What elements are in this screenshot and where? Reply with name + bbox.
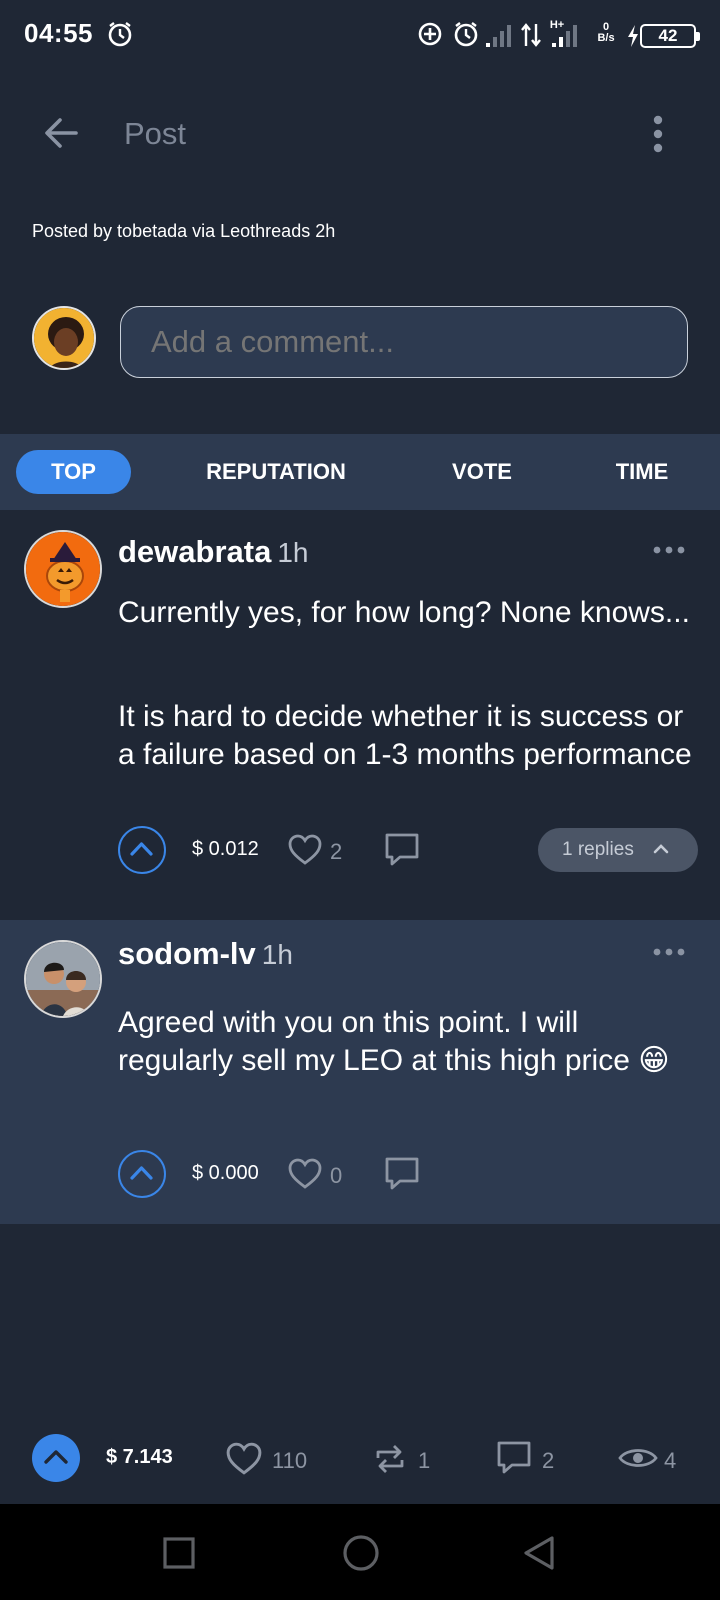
tab-vote[interactable]: VOTE [430, 450, 534, 494]
post-payout: $ 7.143 [106, 1446, 173, 1468]
reply-icon[interactable] [384, 1156, 420, 1192]
post-comment-count: 2 [542, 1448, 555, 1473]
comment-author[interactable]: dewabrata 1h [118, 534, 309, 570]
data-saver-icon [418, 22, 442, 46]
heart-icon[interactable] [288, 834, 322, 866]
post-view-count: 4 [664, 1448, 677, 1473]
add-comment-input[interactable] [120, 306, 688, 378]
comment-age: 1h [277, 537, 309, 568]
chevron-up-icon [653, 844, 669, 854]
more-options-icon[interactable] [640, 114, 676, 154]
net-speed: 0 B/s [592, 22, 620, 44]
comment-paragraph: It is hard to decide whether it is succe… [118, 700, 692, 771]
replies-toggle[interactable]: 1 replies [538, 828, 698, 872]
charging-bolt-icon [628, 25, 638, 47]
home-circle-icon[interactable] [342, 1534, 380, 1572]
comment-icon[interactable] [496, 1440, 532, 1476]
reply-icon[interactable] [384, 832, 420, 868]
net-speed-unit: B/s [597, 32, 615, 44]
comment-avatar[interactable] [24, 530, 102, 608]
alarm-icon [108, 22, 132, 47]
sort-tabs: TOP REPUTATION VOTE TIME [0, 434, 720, 510]
back-triangle-icon[interactable] [522, 1534, 556, 1572]
signal-weak-icon [486, 25, 511, 47]
user-avatar[interactable] [32, 306, 96, 370]
comment-actions: $ 0.000 0 [118, 1150, 708, 1198]
comment-author-name[interactable]: dewabrata [118, 534, 271, 569]
user-avatar-image [34, 308, 94, 368]
comment-paragraph: Currently yes, for how long? None knows.… [118, 596, 690, 629]
signal-icon [552, 25, 577, 47]
battery-indicator: 42 [640, 24, 700, 48]
payout-amount: $ 0.012 [192, 838, 259, 860]
payout-amount: $ 0.000 [192, 1162, 259, 1184]
like-count: 2 [330, 839, 343, 864]
comment-item: dewabrata 1h Currently yes, for how long?… [0, 510, 720, 920]
chevron-up-icon [130, 842, 153, 856]
replies-label: 1 replies [562, 839, 634, 860]
back-arrow-icon[interactable] [40, 112, 82, 154]
post-upvote-button[interactable] [32, 1434, 80, 1482]
heart-icon[interactable] [288, 1158, 322, 1190]
post-like-count: 110 [272, 1448, 308, 1473]
like-count: 0 [330, 1163, 343, 1188]
data-arrows-icon [521, 23, 541, 47]
comment-menu-icon[interactable] [652, 946, 686, 958]
comment-paragraph: Agreed with you on this point. I will re… [118, 1006, 670, 1077]
alarm-icon-2 [454, 22, 478, 47]
pumpkin-avatar-image [26, 532, 100, 606]
tab-top[interactable]: TOP [16, 450, 131, 494]
page-title: Post [124, 116, 187, 151]
system-nav-bar [0, 1504, 720, 1600]
comment-author-name[interactable]: sodom-lv [118, 936, 256, 971]
comment-avatar[interactable] [24, 940, 102, 1018]
comment-actions: $ 0.012 2 1 replies [118, 826, 708, 874]
comment-age: 1h [261, 939, 293, 970]
couple-avatar-image [26, 942, 100, 1016]
comment-author[interactable]: sodom-lv 1h [118, 936, 293, 972]
upvote-button[interactable] [118, 826, 166, 874]
chevron-up-icon [130, 1166, 153, 1180]
post-repost-count: 1 [418, 1448, 431, 1473]
tab-reputation[interactable]: REPUTATION [190, 450, 362, 494]
posted-by-line: Posted by tobetada via Leothreads 2h [32, 221, 336, 241]
reply-item: sodom-lv 1h Agreed with you on this point… [0, 920, 720, 1224]
views-eye-icon [618, 1449, 658, 1467]
status-time: 04:55 [24, 18, 93, 48]
upvote-button[interactable] [118, 1150, 166, 1198]
repost-icon[interactable] [374, 1442, 406, 1476]
post-actions-bar: $ 7.143 110 1 2 4 [0, 1412, 720, 1504]
heart-icon[interactable] [226, 1442, 262, 1476]
comment-menu-icon[interactable] [652, 544, 686, 556]
tab-time[interactable]: TIME [596, 450, 688, 494]
recents-square-icon[interactable] [162, 1536, 196, 1570]
chevron-up-icon [44, 1450, 68, 1464]
